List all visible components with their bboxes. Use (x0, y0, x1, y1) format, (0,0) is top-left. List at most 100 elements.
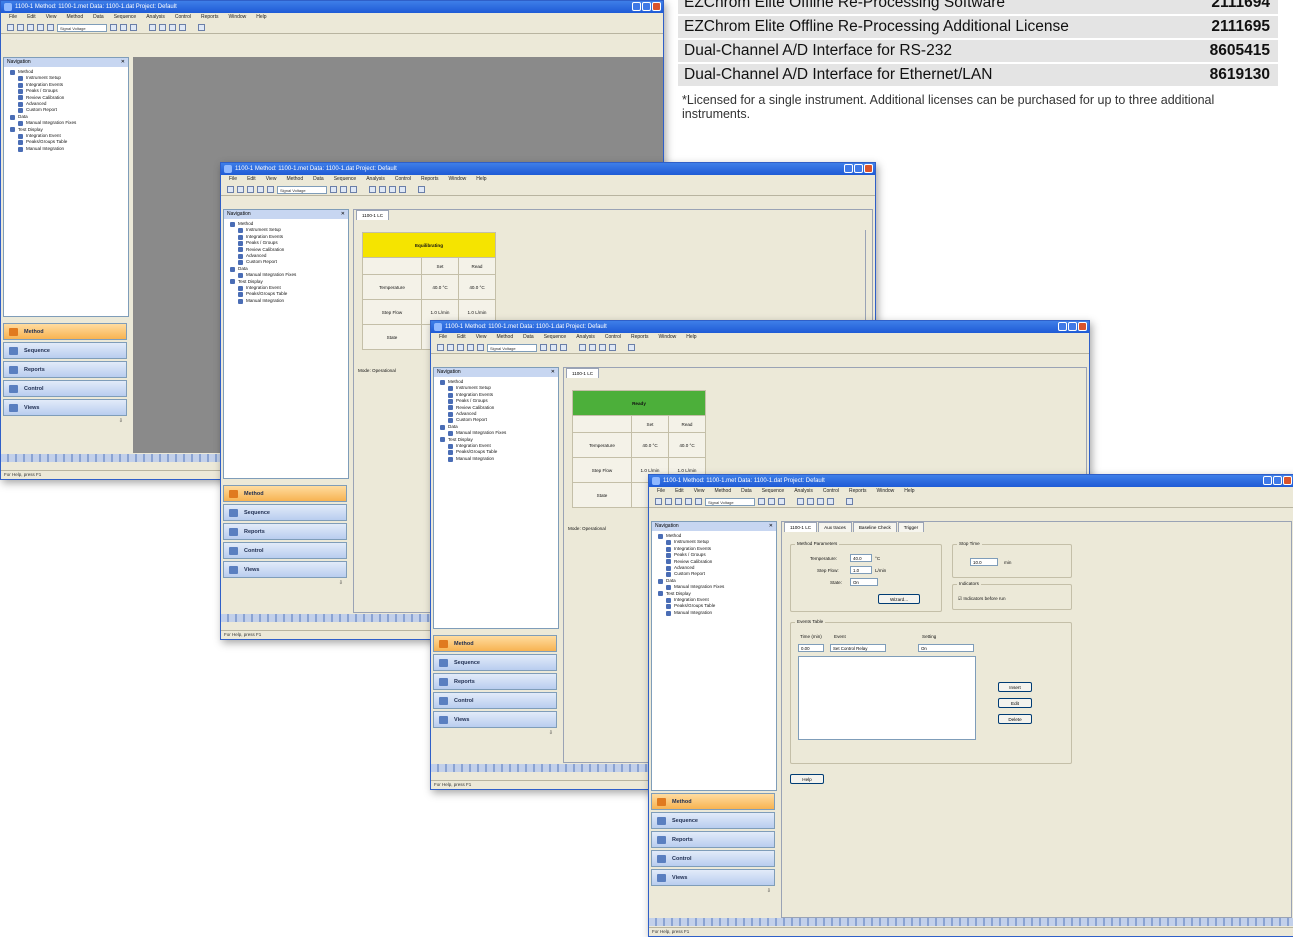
back-icon[interactable] (695, 498, 702, 505)
menu-file[interactable]: File (9, 14, 17, 20)
menu-window[interactable]: Window (658, 334, 676, 340)
report-icon[interactable] (609, 344, 616, 351)
maximize-icon[interactable] (854, 164, 863, 173)
table-icon[interactable] (560, 344, 567, 351)
tab-aux-traces[interactable]: Aux traces (818, 522, 852, 532)
open-icon[interactable] (17, 24, 24, 31)
menu-data[interactable]: Data (523, 334, 534, 340)
nav-reports-button[interactable]: Reports (651, 831, 775, 848)
back-icon[interactable] (267, 186, 274, 193)
menu-window[interactable]: Window (876, 488, 894, 494)
signal-select[interactable]: Signal Voltage (57, 23, 107, 32)
menu-edit[interactable]: Edit (27, 14, 36, 20)
print-icon[interactable] (467, 344, 474, 351)
nav-control-button[interactable]: Control (3, 380, 127, 397)
print-icon[interactable] (685, 498, 692, 505)
menu-control[interactable]: Control (823, 488, 839, 494)
insert-button[interactable]: Insert (998, 682, 1032, 692)
menu-view[interactable]: View (694, 488, 705, 494)
menu-reports[interactable]: Reports (201, 14, 219, 20)
menu-reports[interactable]: Reports (421, 176, 439, 182)
nav-expand-arrows[interactable]: ⇩ (651, 888, 775, 897)
open-icon[interactable] (665, 498, 672, 505)
minimize-icon[interactable] (844, 164, 853, 173)
nav-method-button[interactable]: Method (3, 323, 127, 340)
nav-method-button[interactable]: Method (651, 793, 775, 810)
temperature-field[interactable]: 40.0 (850, 554, 872, 562)
minimize-icon[interactable] (1058, 322, 1067, 331)
tree-item[interactable]: Manual Integration (230, 298, 346, 304)
nav-expand-arrows[interactable]: ⇩ (3, 418, 127, 427)
nav-control-button[interactable]: Control (223, 542, 347, 559)
report-icon[interactable] (827, 498, 834, 505)
menu-control[interactable]: Control (175, 14, 191, 20)
run-icon[interactable] (369, 186, 376, 193)
help-button[interactable]: Help (790, 774, 824, 784)
menu-edit[interactable]: Edit (675, 488, 684, 494)
stop-icon[interactable] (159, 24, 166, 31)
menu-sequence[interactable]: Sequence (114, 14, 137, 20)
menu-method[interactable]: Method (714, 488, 731, 494)
menu-data[interactable]: Data (741, 488, 752, 494)
menu-reports[interactable]: Reports (631, 334, 649, 340)
event-type-select[interactable]: Set Control Relay (830, 644, 886, 652)
help-icon[interactable] (198, 24, 205, 31)
menu-window[interactable]: Window (228, 14, 246, 20)
new-icon[interactable] (437, 344, 444, 351)
wizard-button[interactable]: Wizard... (878, 594, 920, 604)
tab-instrument[interactable]: 1100-1 LC (784, 522, 818, 532)
open-icon[interactable] (447, 344, 454, 351)
save-icon[interactable] (247, 186, 254, 193)
menu-control[interactable]: Control (605, 334, 621, 340)
indicator-checkbox[interactable]: ☑ Indicators before run (958, 596, 1006, 602)
edit-button[interactable]: Edit (998, 698, 1032, 708)
open-icon[interactable] (237, 186, 244, 193)
sequence-icon[interactable] (817, 498, 824, 505)
sequence-icon[interactable] (389, 186, 396, 193)
nav-reports-button[interactable]: Reports (433, 673, 557, 690)
nav-sequence-button[interactable]: Sequence (433, 654, 557, 671)
menu-help[interactable]: Help (904, 488, 914, 494)
chart-icon[interactable] (120, 24, 127, 31)
state-select[interactable]: On (850, 578, 878, 586)
maximize-icon[interactable] (642, 2, 651, 11)
nav-views-button[interactable]: Views (651, 869, 775, 886)
menu-window[interactable]: Window (448, 176, 466, 182)
menu-analysis[interactable]: Analysis (146, 14, 165, 20)
nav-sequence-button[interactable]: Sequence (3, 342, 127, 359)
event-time-field[interactable]: 0.00 (798, 644, 824, 652)
new-icon[interactable] (7, 24, 14, 31)
menu-method[interactable]: Method (286, 176, 303, 182)
chart-icon[interactable] (550, 344, 557, 351)
back-icon[interactable] (47, 24, 54, 31)
tab-baseline-check[interactable]: Baseline Check (852, 522, 897, 532)
menu-file[interactable]: File (439, 334, 447, 340)
nav-expand-arrows[interactable]: ⇩ (433, 730, 557, 739)
menu-edit[interactable]: Edit (247, 176, 256, 182)
table-icon[interactable] (350, 186, 357, 193)
stop-icon[interactable] (807, 498, 814, 505)
table-icon[interactable] (130, 24, 137, 31)
signal-select[interactable]: Signal Voltage (277, 185, 327, 194)
menu-help[interactable]: Help (686, 334, 696, 340)
event-setting-select[interactable]: On (918, 644, 974, 652)
save-icon[interactable] (27, 24, 34, 31)
close-icon[interactable] (864, 164, 873, 173)
menu-analysis[interactable]: Analysis (794, 488, 813, 494)
tab-instrument[interactable]: 1100-1 LC (566, 368, 600, 378)
menu-control[interactable]: Control (395, 176, 411, 182)
nav-sequence-button[interactable]: Sequence (651, 812, 775, 829)
tree-item[interactable]: Manual Integration (440, 456, 556, 462)
tree-item[interactable]: Manual Integration (658, 610, 774, 616)
chart-icon[interactable] (768, 498, 775, 505)
menu-data[interactable]: Data (313, 176, 324, 182)
menu-file[interactable]: File (657, 488, 665, 494)
menu-sequence[interactable]: Sequence (334, 176, 357, 182)
menu-method[interactable]: Method (496, 334, 513, 340)
nav-expand-arrows[interactable]: ⇩ (223, 580, 347, 589)
chart-icon[interactable] (340, 186, 347, 193)
sequence-icon[interactable] (599, 344, 606, 351)
nav-views-button[interactable]: Views (223, 561, 347, 578)
print-icon[interactable] (37, 24, 44, 31)
menu-view[interactable]: View (476, 334, 487, 340)
